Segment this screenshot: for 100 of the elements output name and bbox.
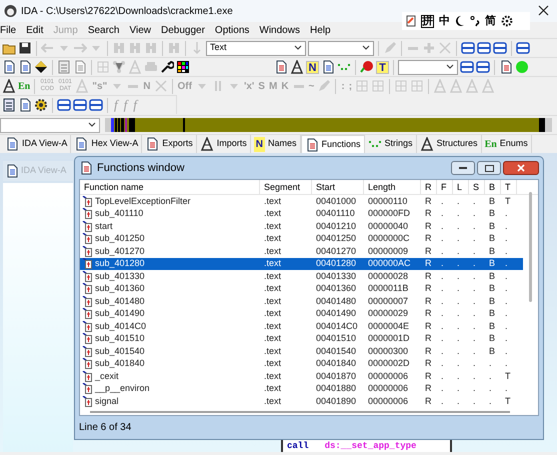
- table-row[interactable]: __p__environ .text 00401880 00000006 R . . . . .: [80, 382, 523, 395]
- table-cell-text: .: [472, 357, 477, 370]
- vertical-scrollbar[interactable]: [529, 192, 532, 302]
- table-row[interactable]: TopLevelExceptionFilter .text 00401000 00000110 R . . . B T: [80, 195, 523, 208]
- column-header[interactable]: T: [501, 180, 517, 194]
- table-row[interactable]: sub_401360 .text 00401360 0000011B R . . . B .: [80, 282, 523, 295]
- combo-box[interactable]: Text: [206, 40, 306, 56]
- address-combo[interactable]: [0, 118, 100, 132]
- table-cell-text: .: [472, 244, 477, 258]
- table-row[interactable]: sub_401540 .text 00401540 00000300 R . . . B .: [80, 345, 523, 358]
- table-row[interactable]: sub_401840 .text 00401840 0000002D R . . . . .: [80, 358, 523, 370]
- column-header[interactable]: R: [421, 180, 437, 194]
- table-row[interactable]: signal .text 00401890 00000006 R . . . . T: [80, 395, 523, 408]
- column-header[interactable]: L: [453, 180, 469, 194]
- ime-button[interactable]: 简: [485, 16, 496, 26]
- horizontal-scrollbar[interactable]: [90, 411, 510, 413]
- gear-icon[interactable]: [501, 15, 513, 27]
- window-icon[interactable]: [476, 60, 490, 74]
- table-cell-text: .: [472, 320, 477, 332]
- menu-item[interactable]: Debugger: [156, 22, 210, 38]
- table-cell-text: 00401360: [315, 282, 358, 295]
- table-cell-text: .text: [263, 207, 282, 220]
- table-row[interactable]: sub_401280 .text 00401280 000000AC R . . . B .: [80, 258, 523, 270]
- tab[interactable]: Strings: [364, 135, 417, 153]
- window-icon[interactable]: [460, 60, 474, 74]
- column-header[interactable]: B: [485, 180, 501, 194]
- save-icon[interactable]: [18, 41, 32, 55]
- close-icon[interactable]: [538, 5, 549, 16]
- punctuation-icon[interactable]: [470, 15, 480, 27]
- window-icon[interactable]: [477, 41, 491, 55]
- menu-item[interactable]: File: [0, 22, 22, 38]
- column-header[interactable]: Start: [312, 180, 364, 194]
- tab[interactable]: Imports: [196, 135, 251, 153]
- window-icon[interactable]: [493, 41, 507, 55]
- table-row[interactable]: start .text 00401210 00000040 R . . . B .: [80, 220, 523, 232]
- moon-icon[interactable]: [455, 15, 465, 27]
- letter-icon[interactable]: T: [376, 60, 389, 74]
- menu-item[interactable]: Edit: [21, 22, 48, 38]
- function-name: _cexit: [95, 370, 119, 383]
- table-cell-text: .: [504, 332, 509, 345]
- menu-item[interactable]: Search: [82, 22, 124, 38]
- table-row[interactable]: _cexit .text 00401870 00000006 R . . . . T: [80, 370, 523, 382]
- note-icon[interactable]: [406, 15, 416, 27]
- window-icon[interactable]: [57, 98, 71, 112]
- table-cell-text: .: [456, 257, 461, 270]
- blob-icon[interactable]: [360, 60, 374, 74]
- close-button[interactable]: [503, 161, 539, 175]
- tab[interactable]: Functions: [300, 135, 365, 153]
- minimize-button[interactable]: [451, 161, 475, 175]
- menu-item[interactable]: View: [124, 22, 156, 38]
- diamond-icon[interactable]: [34, 60, 48, 74]
- column-header[interactable]: Segment: [260, 180, 312, 194]
- column-header[interactable]: Function name: [80, 180, 260, 194]
- document-icon[interactable]: [2, 60, 16, 74]
- document-icon[interactable]: [499, 60, 513, 74]
- gear-icon[interactable]: [34, 98, 48, 112]
- table-row[interactable]: sub_401330 .text 00401330 00000028 R . . . B .: [80, 270, 523, 282]
- document-icon: [145, 137, 160, 151]
- window-icon[interactable]: [73, 98, 87, 112]
- function-icon: [82, 383, 93, 394]
- table-row[interactable]: sub_401480 .text 00401480 00000007 R . . . B .: [80, 295, 523, 308]
- table-cell-text: .: [456, 370, 461, 382]
- column-header[interactable]: S: [469, 180, 485, 194]
- window-icon[interactable]: [461, 41, 475, 55]
- table-row[interactable]: sub_401510 .text 00401510 0000001D R . . . B .: [80, 332, 523, 345]
- menu-item[interactable]: Help: [304, 22, 336, 38]
- menu-item[interactable]: Windows: [254, 22, 305, 38]
- table-row[interactable]: sub_401110 .text 00401110 000000FD R . . . B .: [80, 208, 523, 220]
- wrench-icon[interactable]: [160, 60, 174, 74]
- document-icon: [304, 138, 318, 152]
- window-icon[interactable]: [89, 98, 103, 112]
- letter-icon[interactable]: N: [306, 60, 319, 74]
- table-cell-text: 0000000C: [367, 232, 411, 245]
- table-row[interactable]: sub_401250 .text 00401250 0000000C R . . . B .: [80, 232, 523, 245]
- document-icon[interactable]: [18, 60, 32, 74]
- menu-item[interactable]: Options: [210, 22, 254, 38]
- column-header[interactable]: Length: [364, 180, 421, 194]
- column-header[interactable]: F: [437, 180, 453, 194]
- table-cell-text: B: [488, 244, 496, 258]
- combo-box[interactable]: [308, 40, 374, 56]
- table-row[interactable]: sub_401270 .text 00401270 00000009 R . . . B .: [80, 245, 523, 258]
- table-cell-text: R: [424, 357, 432, 370]
- calculator-icon[interactable]: [2, 98, 16, 112]
- color-grid-icon[interactable]: [176, 60, 190, 74]
- document-icon[interactable]: [274, 60, 288, 74]
- table-cell-text: .: [440, 332, 445, 345]
- ime-button[interactable]: 中: [439, 16, 450, 26]
- function-name: sub_401540: [95, 344, 145, 358]
- table-row[interactable]: sub_4014C0 .text 004014C0 0000004E R . . . B .: [80, 320, 523, 332]
- window-icon[interactable]: [516, 41, 530, 55]
- document-icon[interactable]: [321, 60, 335, 74]
- navigation-band[interactable]: [105, 118, 552, 132]
- table-cell-text: R: [424, 257, 432, 270]
- tab[interactable]: En Enums: [482, 135, 532, 153]
- table-row[interactable]: sub_401490 .text 00401490 00000029 R . . . B .: [80, 308, 523, 320]
- document-icon[interactable]: [18, 98, 32, 112]
- table-cell-text: .: [440, 320, 445, 332]
- tab[interactable]: Structures: [416, 135, 482, 153]
- maximize-button[interactable]: [477, 161, 501, 175]
- table-cell-text: 00401880: [315, 382, 358, 395]
